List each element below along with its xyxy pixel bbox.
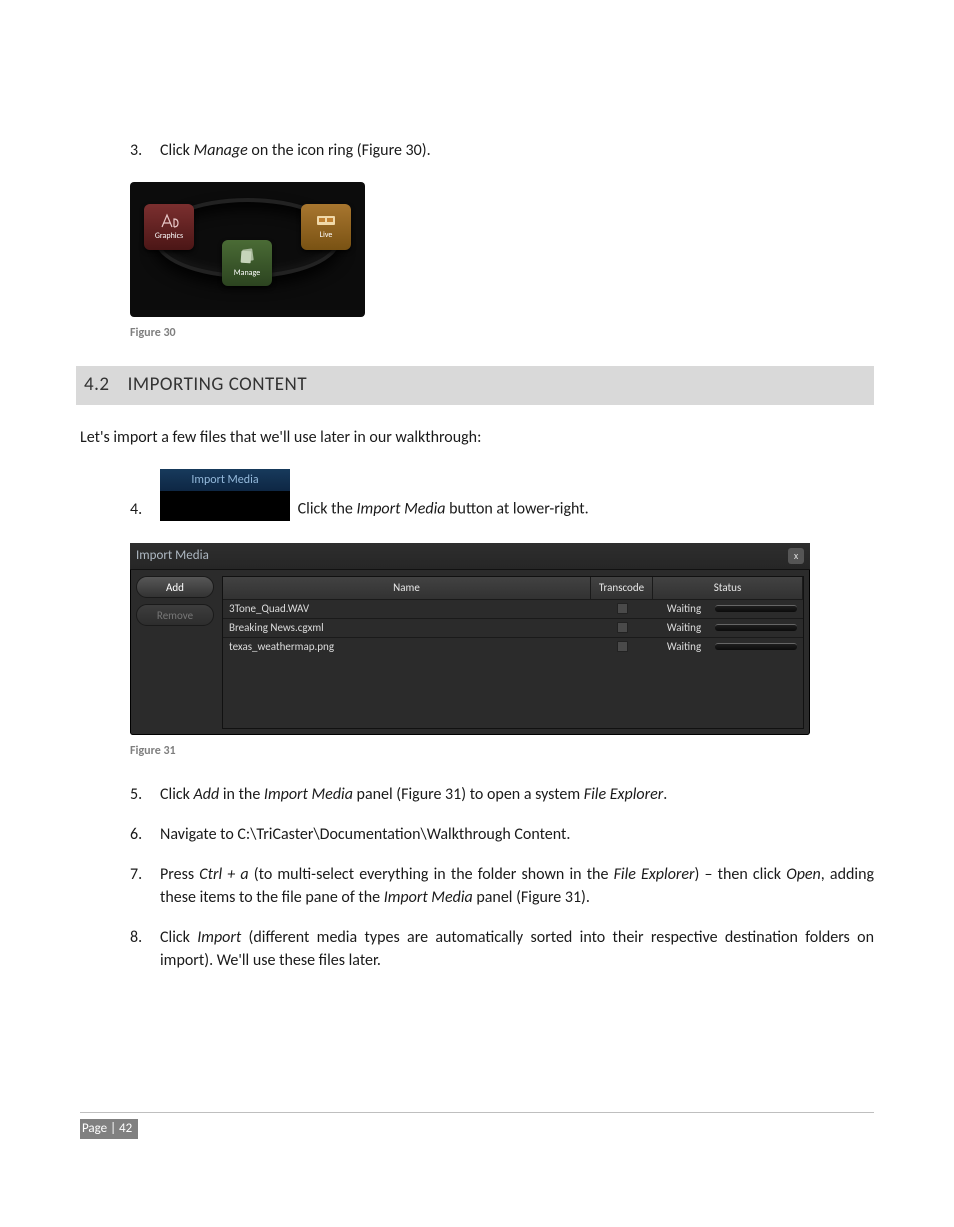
intro-text: Let's import a few files that we'll use …: [80, 427, 874, 449]
step-number: 7.: [130, 864, 160, 909]
desk-icon: [315, 214, 337, 228]
panel-left-buttons: Add Remove: [136, 576, 214, 728]
transcode-checkbox[interactable]: [617, 641, 628, 652]
file-table: Name Transcode Status 3Tone_Quad.WAV Wai…: [222, 576, 804, 728]
section-number: 4.2: [84, 373, 110, 396]
col-transcode-header: Transcode: [591, 577, 653, 598]
step-number: 3.: [130, 140, 160, 162]
figure-30-caption: Figure 30: [130, 325, 874, 342]
import-media-button-graphic: Import Media: [160, 469, 290, 521]
progress-bar: [715, 605, 797, 612]
transcode-checkbox[interactable]: [617, 622, 628, 633]
manage-word: Manage: [194, 141, 248, 160]
live-label: Live: [320, 230, 333, 241]
page-footer: Page | 42: [80, 1112, 874, 1139]
table-header: Name Transcode Status: [223, 577, 803, 598]
step-text: Click Import (different media types are …: [160, 927, 874, 972]
step-number: 5.: [130, 784, 160, 806]
step-content: Import Media Click the Import Media butt…: [160, 469, 874, 521]
step-7: 7. Press Ctrl + a (to multi-select every…: [130, 864, 874, 909]
files-icon: [236, 248, 258, 266]
text-glyph-icon: [159, 213, 179, 229]
graphics-icon[interactable]: Graphics: [144, 204, 194, 250]
text: on the icon ring (Figure 30).: [248, 141, 431, 160]
manage-icon[interactable]: Manage: [222, 240, 272, 286]
add-button[interactable]: Add: [136, 576, 214, 598]
manage-label: Manage: [234, 268, 260, 279]
text: button at lower-right.: [446, 500, 589, 519]
file-name: texas_weathermap.png: [223, 639, 591, 654]
col-name-header: Name: [223, 577, 591, 598]
table-row[interactable]: 3Tone_Quad.WAV Waiting: [223, 599, 803, 618]
figure-31-import-media-panel: Import Media x Add Remove Name Transcode…: [130, 543, 810, 735]
table-row[interactable]: Breaking News.cgxml Waiting: [223, 618, 803, 637]
table-row[interactable]: texas_weathermap.png Waiting: [223, 637, 803, 656]
step-text: Press Ctrl + a (to multi-select everythi…: [160, 864, 874, 909]
live-icon[interactable]: Live: [301, 204, 351, 250]
figure-30-icon-ring: Graphics Live Manage: [130, 182, 365, 317]
graphics-label: Graphics: [155, 231, 183, 242]
page-number: Page | 42: [80, 1119, 138, 1139]
step-4: 4. Import Media Click the Import Media b…: [130, 469, 874, 521]
step-6: 6. Navigate to C:\TriCaster\Documentatio…: [130, 824, 874, 846]
text: Click: [160, 141, 194, 160]
step-8: 8. Click Import (different media types a…: [130, 927, 874, 972]
status-text: Waiting: [659, 601, 709, 616]
table-empty-area: [223, 656, 803, 728]
panel-titlebar: Import Media x: [130, 543, 810, 570]
remove-button[interactable]: Remove: [136, 604, 214, 626]
step-3: 3. Click Manage on the icon ring (Figure…: [130, 140, 874, 162]
close-button[interactable]: x: [788, 548, 804, 564]
status-text: Waiting: [659, 639, 709, 654]
panel-title: Import Media: [136, 547, 209, 565]
progress-bar: [715, 643, 797, 650]
step-text: Navigate to C:\TriCaster\Documentation\W…: [160, 824, 874, 846]
import-media-button-label[interactable]: Import Media: [160, 469, 290, 491]
step-number: 4.: [130, 499, 160, 521]
text: Click the: [298, 500, 357, 519]
import-media-word: Import Media: [357, 500, 446, 519]
col-status-header: Status: [653, 577, 803, 598]
file-name: Breaking News.cgxml: [223, 620, 591, 635]
transcode-checkbox[interactable]: [617, 603, 628, 614]
step-number: 8.: [130, 927, 160, 972]
step-text: Click Add in the Import Media panel (Fig…: [160, 784, 874, 806]
figure-31-caption: Figure 31: [130, 743, 874, 760]
step-number: 6.: [130, 824, 160, 846]
status-text: Waiting: [659, 620, 709, 635]
step-text: Click Manage on the icon ring (Figure 30…: [160, 140, 874, 162]
section-heading-4-2: 4.2 IMPORTING CONTENT: [76, 366, 874, 405]
step-5: 5. Click Add in the Import Media panel (…: [130, 784, 874, 806]
progress-bar: [715, 624, 797, 631]
section-title: IMPORTING CONTENT: [128, 373, 308, 396]
file-name: 3Tone_Quad.WAV: [223, 601, 591, 616]
